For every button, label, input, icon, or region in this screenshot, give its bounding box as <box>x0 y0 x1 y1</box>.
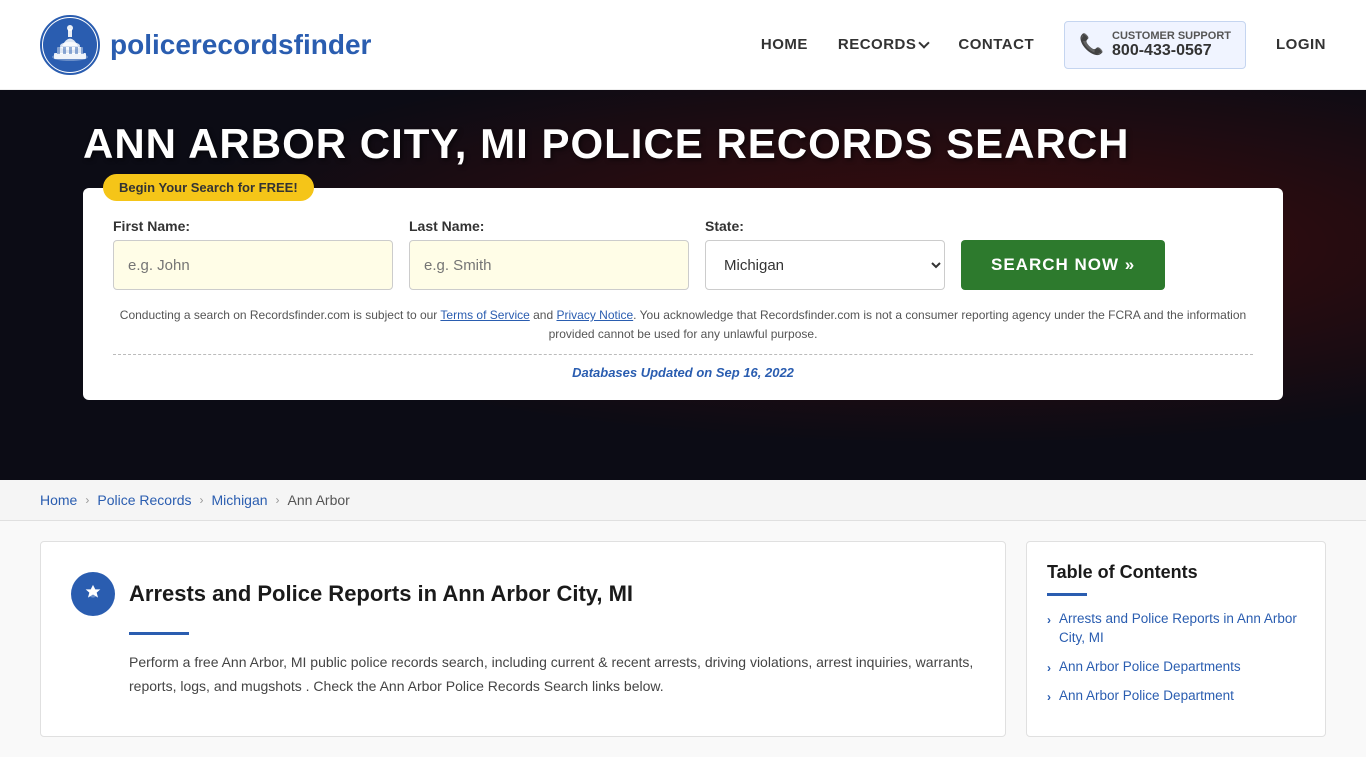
db-updated: Databases Updated on Sep 16, 2022 <box>113 354 1253 380</box>
main-nav: HOME RECORDS CONTACT 📞 CUSTOMER SUPPORT … <box>761 21 1326 69</box>
search-fields: First Name: Last Name: State: Michigan S… <box>113 218 1253 290</box>
breadcrumb-sep-2: › <box>200 493 204 507</box>
state-select[interactable]: Michigan <box>705 240 945 290</box>
search-button[interactable]: SEARCH NOW » <box>961 240 1165 290</box>
toc-chevron-icon: › <box>1047 612 1051 629</box>
breadcrumb-current: Ann Arbor <box>288 492 350 508</box>
content-left: Arrests and Police Reports in Ann Arbor … <box>40 541 1006 737</box>
breadcrumb-sep-1: › <box>85 493 89 507</box>
toc-box: Table of Contents ›Arrests and Police Re… <box>1026 541 1326 737</box>
nav-records[interactable]: RECORDS <box>838 36 929 53</box>
section-title: Arrests and Police Reports in Ann Arbor … <box>129 581 633 607</box>
last-name-label: Last Name: <box>409 218 689 234</box>
search-box: Begin Your Search for FREE! First Name: … <box>83 188 1283 400</box>
toc-chevron-icon: › <box>1047 660 1051 677</box>
nav-login[interactable]: LOGIN <box>1276 36 1326 53</box>
terms-link[interactable]: Terms of Service <box>440 308 529 322</box>
disclaimer-text: Conducting a search on Recordsfinder.com… <box>113 306 1253 344</box>
main-content: Arrests and Police Reports in Ann Arbor … <box>0 521 1366 757</box>
free-badge: Begin Your Search for FREE! <box>103 174 314 201</box>
toc-divider <box>1047 593 1087 596</box>
last-name-input[interactable] <box>409 240 689 290</box>
hero-title: ANN ARBOR CITY, MI POLICE RECORDS SEARCH <box>83 120 1283 168</box>
toc-item[interactable]: ›Ann Arbor Police Department <box>1047 687 1305 706</box>
state-group: State: Michigan <box>705 218 945 290</box>
breadcrumb: Home › Police Records › Michigan › Ann A… <box>0 480 1366 521</box>
toc-items: ›Arrests and Police Reports in Ann Arbor… <box>1047 610 1305 706</box>
section-icon <box>71 572 115 616</box>
first-name-label: First Name: <box>113 218 393 234</box>
section-header: Arrests and Police Reports in Ann Arbor … <box>71 572 975 616</box>
content-right: Table of Contents ›Arrests and Police Re… <box>1026 541 1326 737</box>
breadcrumb-police-records[interactable]: Police Records <box>97 492 191 508</box>
section-divider <box>129 632 189 635</box>
toc-item[interactable]: ›Arrests and Police Reports in Ann Arbor… <box>1047 610 1305 648</box>
site-header: policerecordsfinder HOME RECORDS CONTACT… <box>0 0 1366 90</box>
customer-support-box[interactable]: 📞 CUSTOMER SUPPORT 800-433-0567 <box>1064 21 1246 69</box>
toc-title: Table of Contents <box>1047 562 1305 583</box>
badge-icon <box>82 583 104 605</box>
privacy-link[interactable]: Privacy Notice <box>556 308 633 322</box>
breadcrumb-michigan[interactable]: Michigan <box>212 492 268 508</box>
phone-icon: 📞 <box>1079 32 1104 57</box>
hero-section: ANN ARBOR CITY, MI POLICE RECORDS SEARCH… <box>0 90 1366 480</box>
first-name-group: First Name: <box>113 218 393 290</box>
first-name-input[interactable] <box>113 240 393 290</box>
nav-home[interactable]: HOME <box>761 36 808 53</box>
breadcrumb-sep-3: › <box>276 493 280 507</box>
logo-icon <box>40 15 100 75</box>
support-info: CUSTOMER SUPPORT 800-433-0567 <box>1112 30 1231 60</box>
site-logo[interactable]: policerecordsfinder <box>40 15 371 75</box>
toc-chevron-icon: › <box>1047 689 1051 706</box>
records-chevron-icon <box>919 37 930 48</box>
hero-content: ANN ARBOR CITY, MI POLICE RECORDS SEARCH… <box>83 120 1283 400</box>
nav-contact[interactable]: CONTACT <box>958 36 1034 53</box>
toc-item[interactable]: ›Ann Arbor Police Departments <box>1047 658 1305 677</box>
section-body: Perform a free Ann Arbor, MI public poli… <box>129 651 975 699</box>
breadcrumb-home[interactable]: Home <box>40 492 77 508</box>
state-label: State: <box>705 218 945 234</box>
last-name-group: Last Name: <box>409 218 689 290</box>
logo-text: policerecordsfinder <box>110 29 371 61</box>
